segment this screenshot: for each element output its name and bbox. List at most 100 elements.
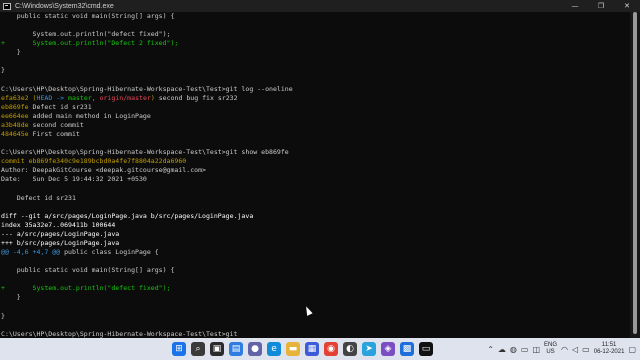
telegram-icon[interactable]: ➤ <box>362 342 376 356</box>
console-text: +++ b/src/pages/LoginPage.java <box>1 238 120 247</box>
language-label: ENG <box>544 342 558 348</box>
app-tray-icon[interactable]: ◫ <box>532 345 540 354</box>
windows-start-icon[interactable]: ⊞ <box>172 342 186 356</box>
console-line: C:\Users\HP\Desktop\Spring-Hibernate-Wor… <box>1 85 631 94</box>
console-text: System.out.println("defect fixed"); <box>1 30 171 39</box>
console-text: Defect id sr231 <box>28 102 92 111</box>
system-tray: ⌃ ☁ ◍ ▭ ◫ ENG US ◠ ◁ ▭ 11:51 06-12-2021 … <box>487 338 640 360</box>
minimize-button[interactable]: — <box>562 0 588 12</box>
console-line: diff --git a/src/pages/LoginPage.java b/… <box>1 212 631 221</box>
visual-studio-icon[interactable]: ◈ <box>381 342 395 356</box>
console-text: master <box>68 93 92 102</box>
display-icon[interactable]: ▭ <box>521 345 529 354</box>
console-line: +++ b/src/pages/LoginPage.java <box>1 239 631 248</box>
store-icon[interactable]: ▦ <box>305 342 319 356</box>
app-icon[interactable]: ◐ <box>343 342 357 356</box>
console-line: Date: Sun Dec 5 19:44:32 2021 +0530 <box>1 175 631 184</box>
console-line: + System.out.println("defect fixed"); <box>1 284 631 293</box>
console-line: } <box>1 293 631 302</box>
console-line: eb869fe Defect id sr231 <box>1 103 631 112</box>
console-text: @@ -4,6 +4,7 @@ <box>1 248 61 257</box>
console-text: Defect id sr231 <box>1 193 76 202</box>
clock-date: 06-12-2021 <box>593 349 625 355</box>
console-text: commit eb869fe340c9e189bcbd0a4fe7f8804a2… <box>1 157 187 166</box>
chevron-up-icon[interactable]: ⌃ <box>487 345 494 354</box>
notifications-icon[interactable]: ▢ <box>628 345 636 354</box>
console-text: 484645e <box>1 130 29 139</box>
console-text: Date: Sun Dec 5 19:44:32 2021 +0530 <box>1 175 147 184</box>
console-text: eb869fe <box>1 102 29 111</box>
console-line: } <box>1 48 631 57</box>
scrollbar-thumb[interactable] <box>633 12 637 334</box>
maximize-button[interactable]: ❐ <box>588 0 614 12</box>
console-line: --- a/src/pages/LoginPage.java <box>1 230 631 239</box>
cloud-icon[interactable]: ☁ <box>498 345 506 354</box>
console-text: diff --git a/src/pages/LoginPage.java b/… <box>1 211 254 220</box>
console-text: } <box>1 311 5 320</box>
edge-icon[interactable]: e <box>267 342 281 356</box>
task-view-icon[interactable]: ▣ <box>210 342 224 356</box>
console-line: @@ -4,6 +4,7 @@ public class LoginPage { <box>1 248 631 257</box>
console-text: second bug fix sr232 <box>154 93 238 102</box>
taskbar: ⊞ ⌕ ▣ ▤ ● e ▬ ▦ ◉ ◐ ➤ ◈ ▩ ▭ ⌃ ☁ ◍ ▭ ◫ ENG US ◠ ◁ ▭ 11… <box>0 338 640 360</box>
console-line: System.out.println("defect fixed"); <box>1 30 631 39</box>
clock-time: 11:51 <box>601 342 617 348</box>
wifi-icon[interactable]: ◠ <box>561 345 568 354</box>
console-text: --- a/src/pages/LoginPage.java <box>1 229 120 238</box>
console-line: index 35a32e7..069411b 100644 <box>1 221 631 230</box>
battery-icon[interactable]: ▭ <box>582 345 590 354</box>
console-line: C:\Users\HP\Desktop\Spring-Hibernate-Wor… <box>1 330 631 338</box>
console-line: C:\Users\HP\Desktop\Spring-Hibernate-Wor… <box>1 148 631 157</box>
terminal-icon[interactable]: ▭ <box>419 342 433 356</box>
console-line: ee664ee added main method in LoginPage <box>1 112 631 121</box>
console-text: C:\Users\HP\Desktop\Spring-Hibernate-Wor… <box>1 329 238 338</box>
console-text: a3b48de <box>1 120 29 129</box>
console-text: Author: DeepakGitCourse <deepak.gitcours… <box>1 166 206 175</box>
console-text: + System.out.println("Defect 2 fixed"); <box>1 39 179 48</box>
window-title: C:\Windows\System32\cmd.exe <box>15 2 114 10</box>
chrome-icon[interactable]: ◉ <box>324 342 338 356</box>
language-indicator[interactable]: ENG US <box>544 342 557 356</box>
clock[interactable]: 11:51 06-12-2021 <box>594 342 625 356</box>
volume-icon[interactable]: ◁ <box>572 345 578 354</box>
console-text: second commit <box>28 120 84 129</box>
console-text: } <box>1 66 5 75</box>
cmd-app-icon <box>3 2 11 10</box>
console-text: HEAD -> <box>36 93 69 102</box>
console-output[interactable]: public static void main(String[] args) {… <box>0 12 631 338</box>
console-text: First commit <box>28 130 80 139</box>
region-label: US <box>546 349 555 355</box>
widgets-icon[interactable]: ▤ <box>229 342 243 356</box>
chat-icon[interactable]: ● <box>248 342 262 356</box>
file-explorer-icon[interactable]: ▬ <box>286 342 300 356</box>
console-text: , <box>91 93 100 102</box>
console-line: public static void main(String[] args) { <box>1 266 631 275</box>
console-line: public static void main(String[] args) { <box>1 12 631 21</box>
console-text: public class LoginPage { <box>60 248 159 257</box>
console-text: } <box>1 48 21 57</box>
search-icon[interactable]: ⌕ <box>191 342 205 356</box>
console-text: index 35a32e7..069411b 100644 <box>1 220 116 229</box>
console-text: origin/master <box>99 93 151 102</box>
close-button[interactable]: ✕ <box>614 0 640 12</box>
app-icon-2[interactable]: ▩ <box>400 342 414 356</box>
console-text: } <box>1 293 21 302</box>
console-line: } <box>1 312 631 321</box>
console-text: ee664ee <box>1 111 29 120</box>
vertical-scrollbar[interactable] <box>630 12 640 338</box>
security-icon[interactable]: ◍ <box>510 345 517 354</box>
console-text: + System.out.println("defect fixed"); <box>1 284 171 293</box>
title-bar: C:\Windows\System32\cmd.exe — ❐ ✕ <box>0 0 640 12</box>
console-text: public static void main(String[] args) { <box>1 266 175 275</box>
console-line: } <box>1 66 631 75</box>
console-text: C:\Users\HP\Desktop\Spring-Hibernate-Wor… <box>1 84 293 93</box>
console-line: + System.out.println("Defect 2 fixed"); <box>1 39 631 48</box>
